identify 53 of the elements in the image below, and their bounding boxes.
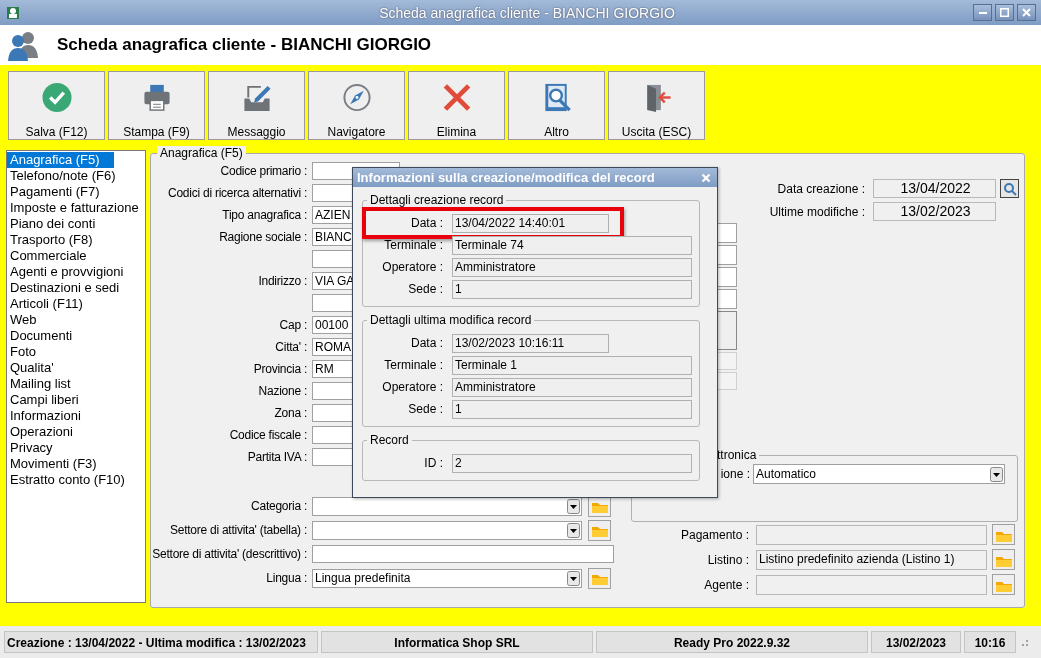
panel-title: Anagrafica (F5) <box>157 146 246 160</box>
read-only-field: Terminale 74 <box>452 235 692 255</box>
field-label: Terminale : <box>383 358 444 372</box>
field-label: Partita IVA : <box>246 450 308 464</box>
window-title: Scheda anagrafica cliente - BIANCHI GIORGIO <box>378 4 676 21</box>
field-label: Operatore : <box>381 260 444 274</box>
status-panel: 10:16 <box>964 631 1016 653</box>
field-label: Data creazione : <box>776 181 866 196</box>
read-only-field: 1 <box>452 399 692 419</box>
field-label: Settore di attivita' (descrittivo) : <box>151 547 308 561</box>
field-label: Citta' : <box>274 340 308 354</box>
field-label: Lingua : <box>265 571 308 585</box>
field-label: Operatore : <box>381 380 444 394</box>
read-only-field: Amministratore <box>452 377 692 397</box>
field-label: Cap : <box>278 318 308 332</box>
group-title: Record <box>369 433 410 447</box>
status-panel: Informatica Shop SRL <box>321 631 593 653</box>
dialog-title: Informazioni sulla creazione/modifica del record <box>357 170 655 185</box>
status-panel: Creazione : 13/04/2022 - Ultima modifica : 13/02/2023 <box>4 631 318 653</box>
field-label: Data : <box>410 336 444 350</box>
field-label: Codici di ricerca alternativi : <box>167 186 308 200</box>
field-label: Ragione sociale : <box>218 230 308 244</box>
field-label: Settore di attivita' (tabella) : <box>168 523 308 537</box>
read-only-field: 2 <box>452 453 692 473</box>
field-label: ID : <box>423 456 444 470</box>
field-label: Zona : <box>273 406 308 420</box>
read-only-field: 13/04/2022 14:40:01 <box>452 213 609 233</box>
field-label: Sede : <box>407 402 444 416</box>
group-title: Dettagli creazione record <box>369 193 505 207</box>
status-panel: 13/02/2023 <box>871 631 961 653</box>
field-label: Ultime modifiche : <box>768 204 866 219</box>
read-only-field: Amministratore <box>452 257 692 277</box>
page-title: Scheda anagrafica cliente - BIANCHI GIORGIO <box>57 35 432 55</box>
group-title: Dettagli ultima modifica record <box>369 313 533 327</box>
field-label: Nazione : <box>257 384 308 398</box>
field-label: Pagamento : <box>679 527 750 542</box>
read-only-field: 1 <box>452 279 692 299</box>
field-label: Terminale : <box>383 238 444 252</box>
read-only-field: 13/02/2023 10:16:11 <box>452 333 609 353</box>
field-label: Tipo anagrafica : <box>221 208 308 222</box>
field-label: Provincia : <box>252 362 308 376</box>
field-label: Agente : <box>703 577 750 592</box>
read-only-field: Terminale 1 <box>452 355 692 375</box>
field-label: ione : <box>719 467 751 481</box>
field-label: Listino : <box>706 552 750 567</box>
field-label: Indirizzo : <box>257 274 308 288</box>
field-label: Codice fiscale : <box>228 428 308 442</box>
group-title: ttronica <box>716 448 758 462</box>
field-label: Data : <box>410 216 444 230</box>
field-label: Codice primario : <box>219 164 308 178</box>
field-label: Categoria : <box>250 499 308 513</box>
status-panel: Ready Pro 2022.9.32 <box>596 631 868 653</box>
field-label: Sede : <box>407 282 444 296</box>
